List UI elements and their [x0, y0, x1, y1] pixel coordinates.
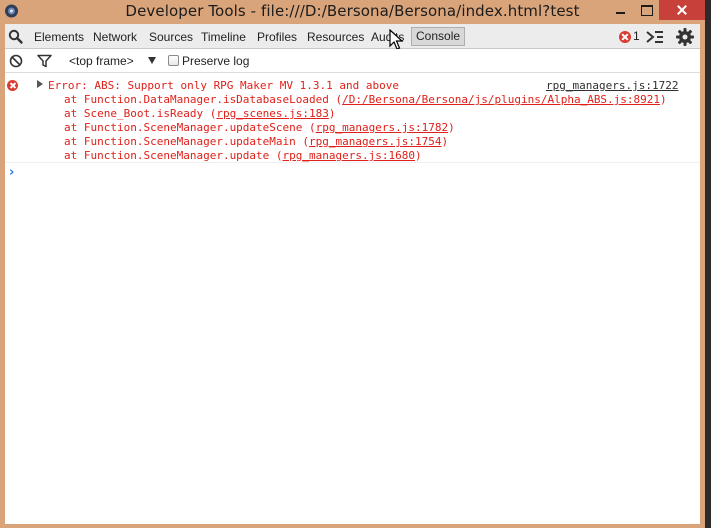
minimize-button[interactable] — [607, 0, 633, 20]
devtools-window: Developer Tools - file:///D:/Bersona/Ber… — [0, 0, 705, 528]
stack-frame-link[interactable]: rpg_managers.js:1782 — [316, 121, 448, 134]
stack-frame-link[interactable]: rpg_managers.js:1754 — [309, 135, 441, 148]
panel-tabs-toolbar: Elements Network Sources Timeline Profil… — [5, 24, 700, 50]
prompt-caret-icon: › — [9, 165, 15, 180]
stack-frame-row: at Function.SceneManager.updateScene (rp… — [64, 121, 455, 134]
frame-selector[interactable]: <top frame> — [69, 54, 134, 68]
settings-gear-icon[interactable] — [675, 27, 695, 47]
stack-frame-link[interactable]: rpg_scenes.js:183 — [216, 107, 329, 120]
tab-profiles[interactable]: Profiles — [257, 30, 297, 46]
maximize-button[interactable] — [633, 0, 659, 20]
stack-frame-row: at Function.DataManager.isDatabaseLoaded… — [64, 93, 667, 106]
console-error-message: Error: ABS: Support only RPG Maker MV 1.… — [5, 74, 700, 163]
devtools-panel: Elements Network Sources Timeline Profil… — [5, 24, 700, 524]
clear-console-icon[interactable] — [9, 54, 23, 68]
tab-elements[interactable]: Elements — [34, 30, 84, 46]
chevron-down-icon[interactable] — [148, 57, 156, 64]
preserve-log-label[interactable]: Preserve log — [182, 54, 249, 68]
tab-network[interactable]: Network — [93, 30, 137, 46]
filter-funnel-icon[interactable] — [37, 54, 52, 68]
error-icon — [7, 80, 18, 91]
window-title: Developer Tools - file:///D:/Bersona/Ber… — [125, 2, 580, 20]
title-bar[interactable]: Developer Tools - file:///D:/Bersona/Ber… — [0, 0, 705, 24]
console-prompt[interactable]: › — [5, 164, 700, 182]
error-counter[interactable]: 1 — [619, 29, 643, 45]
mouse-cursor-icon — [389, 29, 403, 50]
tab-timeline[interactable]: Timeline — [201, 30, 246, 46]
error-icon — [619, 31, 631, 43]
tab-sources[interactable]: Sources — [149, 30, 193, 46]
error-source-link[interactable]: rpg_managers.js:1722 — [546, 79, 678, 93]
preserve-log-checkbox[interactable] — [168, 55, 179, 66]
tab-console[interactable]: Console — [411, 27, 465, 46]
close-button[interactable] — [659, 0, 705, 20]
expand-triangle-icon[interactable] — [37, 80, 43, 88]
stack-frame-row: at Function.SceneManager.update (rpg_man… — [64, 149, 422, 162]
stack-frame-link[interactable]: /D:/Bersona/Bersona/js/plugins/Alpha_ABS… — [342, 93, 660, 106]
error-count: 1 — [633, 29, 640, 43]
stack-frame-link[interactable]: rpg_managers.js:1680 — [283, 149, 415, 162]
stack-frame-row: at Scene_Boot.isReady (rpg_scenes.js:183… — [64, 107, 336, 120]
error-message-text: Error: ABS: Support only RPG Maker MV 1.… — [48, 79, 399, 92]
show-drawer-icon[interactable] — [646, 30, 664, 44]
search-icon[interactable] — [7, 28, 25, 46]
console-filter-bar: <top frame> Preserve log — [5, 49, 700, 73]
stack-frame-row: at Function.SceneManager.updateMain (rpg… — [64, 135, 449, 148]
tab-resources[interactable]: Resources — [307, 30, 364, 46]
